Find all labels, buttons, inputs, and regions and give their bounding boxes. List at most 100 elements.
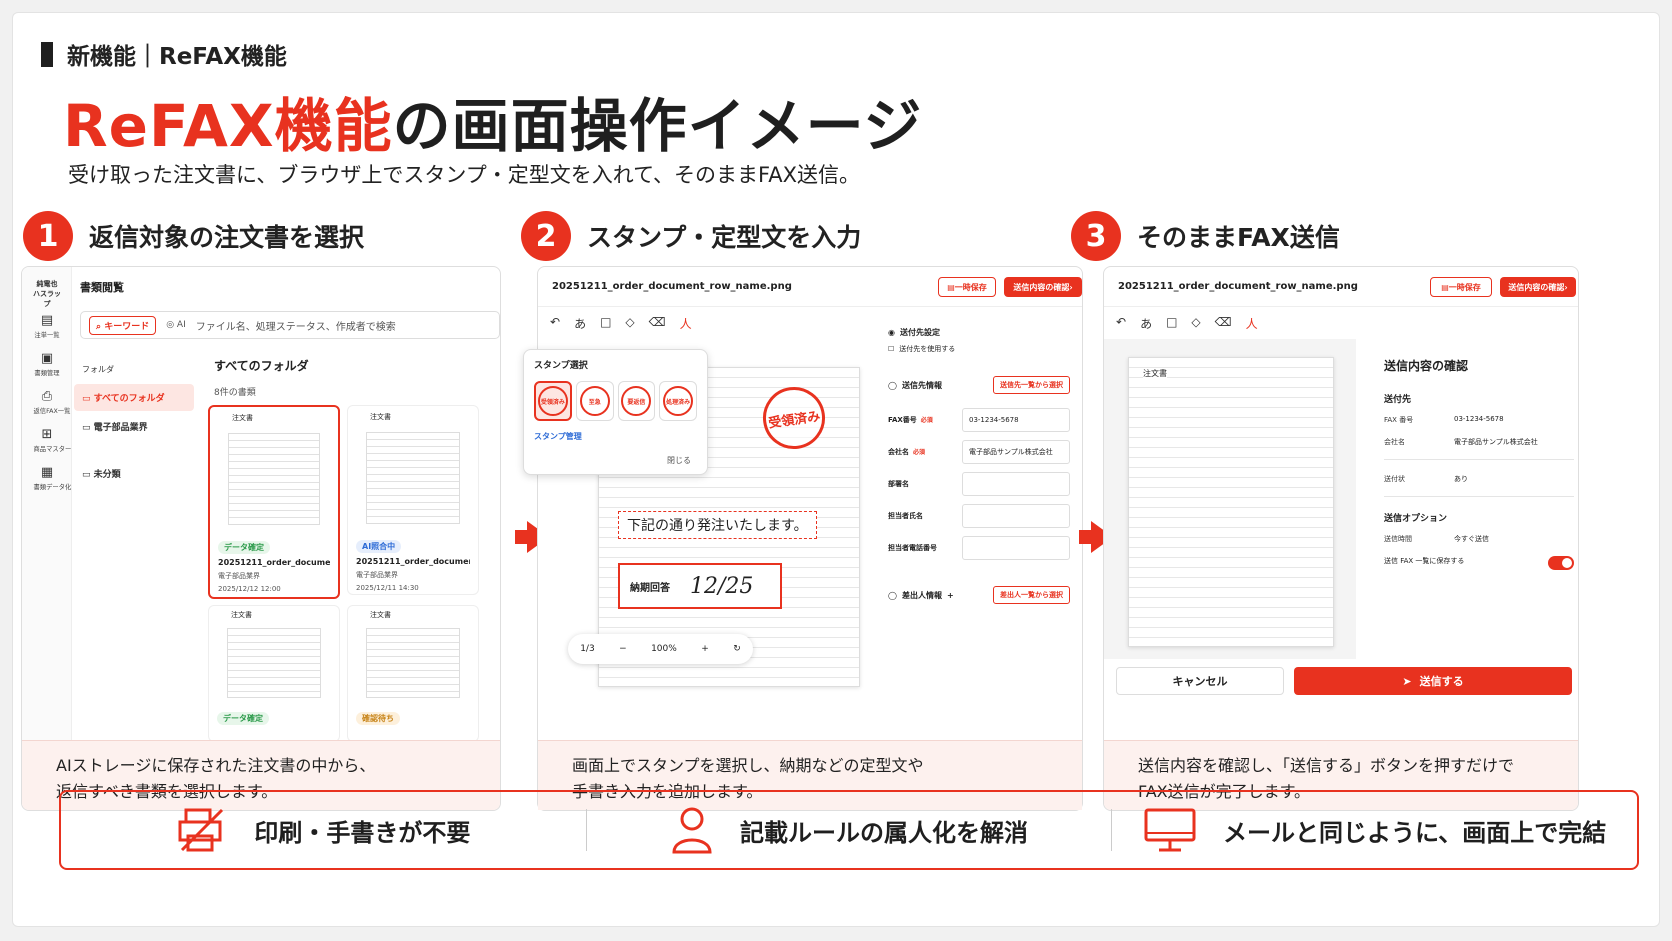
benefits-bar: 印刷・手書きが不要 記載ルールの属人化を解消 メールと同じように、画面上で完結 bbox=[59, 790, 1639, 870]
tagline: 新機能｜ReFAX機能 bbox=[41, 37, 287, 71]
shape-icon[interactable]: ◇ bbox=[625, 315, 634, 332]
destination-form: ◉ 送付先設定 ☐ 送付先を使用する ◯ 送信先情報 送信先一覧から選択 FAX番号 必須… bbox=[888, 327, 1070, 612]
confirmation-details: 送信内容の確認 送付先 FAX 番号 03-1234-5678 会社名 電子部品サン… bbox=[1384, 357, 1574, 578]
chevron-right-icon: › bbox=[1069, 282, 1073, 292]
folder-list: フォルダ ▭ すべてのフォルダ ▭ 電子部品業界 ▭ 未分類 bbox=[74, 357, 194, 489]
folder-item[interactable]: ▭ すべてのフォルダ bbox=[74, 384, 194, 411]
person-icon: ◯ bbox=[888, 590, 897, 600]
close-button[interactable]: 閉じる bbox=[667, 455, 691, 466]
stamp-option[interactable]: 要返信 bbox=[617, 381, 656, 421]
step-number: 3 bbox=[1071, 211, 1121, 261]
panel-stamp-editor: 20251211_order_document_row_name.png ▤ 一… bbox=[523, 266, 1083, 811]
shape-icon[interactable]: ◇ bbox=[1191, 315, 1200, 332]
confirm-title: 送信内容の確認 bbox=[1384, 359, 1469, 373]
search-chip-keyword[interactable]: ⌕ キーワード bbox=[89, 315, 157, 335]
person-input[interactable] bbox=[962, 504, 1070, 528]
title-accent: ReFAX機能 bbox=[63, 92, 393, 160]
save-toggle[interactable] bbox=[1548, 556, 1574, 570]
title-rest: の画面操作イメージ bbox=[392, 92, 923, 160]
stamp-option[interactable]: 受領済み bbox=[534, 381, 572, 421]
document-card[interactable]: 注文書 確認待ち bbox=[347, 605, 479, 742]
sidebar-item-documents[interactable]: ▣ 書類管理 bbox=[32, 351, 62, 378]
document-card-selected[interactable]: 注文書 データ確定 20251211_order_document_row...… bbox=[208, 405, 340, 599]
edit-tools: ↶ あ □ ◇ ⌫ 人 bbox=[550, 315, 692, 332]
stamp-tool-icon[interactable]: 人 bbox=[680, 315, 692, 332]
search-input[interactable]: ファイル名、処理ステータス、作成者で検索 bbox=[196, 318, 396, 333]
undo-icon[interactable]: ↶ bbox=[550, 315, 560, 332]
step-1-header: 1 返信対象の注文書を選択 bbox=[23, 211, 364, 261]
rectangle-icon[interactable]: □ bbox=[600, 315, 611, 332]
stamp-option[interactable]: 至急 bbox=[575, 381, 614, 421]
step-title: 返信対象の注文書を選択 bbox=[89, 223, 365, 252]
panel-send-confirm: 20251211_order_document_row_name.png ▤ 一… bbox=[1103, 266, 1579, 811]
search-chip-ai[interactable]: ◎ AI bbox=[166, 320, 186, 330]
zoom-in-icon[interactable]: + bbox=[701, 644, 709, 654]
document-card[interactable]: 注文書 データ確定 bbox=[208, 605, 340, 742]
sidebar-item-products[interactable]: ⊞ 商品マスター bbox=[32, 427, 72, 454]
confirm-button[interactable]: 送信内容の確認 › bbox=[1004, 277, 1082, 297]
document-date: 2025/12/11 14:30 bbox=[356, 584, 419, 592]
send-button[interactable]: ➤ 送信する bbox=[1294, 667, 1572, 695]
text-icon[interactable]: あ bbox=[1140, 315, 1152, 332]
search-bar[interactable]: ⌕ キーワード ◎ AI ファイル名、処理ステータス、作成者で検索 bbox=[80, 311, 500, 339]
status-badge: AI照合中 bbox=[356, 540, 402, 553]
status-badge: データ確定 bbox=[217, 712, 269, 725]
monitor-icon bbox=[1144, 808, 1196, 852]
sidebar-item-orders[interactable]: ▤ 注単一覧 bbox=[32, 313, 62, 340]
page-selector[interactable]: 1/3 bbox=[580, 644, 594, 654]
no-printer-icon bbox=[178, 808, 224, 852]
document-preview bbox=[227, 628, 321, 698]
subtitle: 受け取った注文書に、ブラウザ上でスタンプ・定型文を入れて、そのままFAX送信。 bbox=[68, 163, 860, 187]
sidebar-item-fax[interactable]: ⎙ 返信FAX一覧 bbox=[32, 389, 71, 416]
section-title: 書類閲覧 bbox=[80, 281, 124, 294]
document-date: 2025/12/12 12:00 bbox=[218, 585, 281, 593]
use-destination-checkbox[interactable]: ☐ 送付先を使用する bbox=[888, 344, 1070, 354]
step-number: 2 bbox=[521, 211, 571, 261]
folder-icon: ▣ bbox=[40, 351, 54, 366]
document-count: 8件の書類 bbox=[214, 388, 256, 398]
rectangle-icon[interactable]: □ bbox=[1166, 315, 1177, 332]
cancel-button[interactable]: キャンセル bbox=[1116, 667, 1284, 695]
document-preview: 注文書 bbox=[1128, 357, 1334, 647]
phone-input[interactable] bbox=[962, 536, 1070, 560]
select-issuer-button[interactable]: 差出人一覧から選択 bbox=[993, 586, 1070, 604]
eraser-icon[interactable]: ⌫ bbox=[1215, 315, 1232, 332]
fax-input[interactable]: 03-1234-5678 bbox=[962, 408, 1070, 432]
document-name: 20251211_order_document_row... bbox=[218, 558, 330, 567]
stamp-tool-icon[interactable]: 人 bbox=[1246, 315, 1258, 332]
preview-area: 注文書 bbox=[1104, 339, 1356, 659]
confirm-button[interactable]: 送信内容の確認 › bbox=[1500, 277, 1576, 297]
page: 新機能｜ReFAX機能 ReFAX機能の画面操作イメージ 受け取った注文書に、ブ… bbox=[0, 0, 1672, 941]
stamp-manage-link[interactable]: スタンプ管理 bbox=[534, 431, 697, 442]
temp-save-button[interactable]: ▤ 一時保存 bbox=[938, 277, 996, 297]
edit-tools: ↶ あ □ ◇ ⌫ 人 bbox=[1116, 315, 1258, 332]
eraser-icon[interactable]: ⌫ bbox=[649, 315, 666, 332]
folder-item[interactable]: ▭ 未分類 bbox=[74, 460, 194, 487]
temp-save-button[interactable]: ▤ 一時保存 bbox=[1430, 277, 1492, 297]
plus-icon[interactable]: + bbox=[947, 591, 954, 600]
step-3-header: 3 そのままFAX送信 bbox=[1071, 211, 1340, 261]
due-date-annotation[interactable]: 納期回答 12/25 bbox=[618, 563, 782, 609]
fax-value: 03-1234-5678 bbox=[1454, 415, 1504, 423]
department-input[interactable] bbox=[962, 472, 1070, 496]
sidebar-item-digitize[interactable]: ▦ 書類データ化 bbox=[32, 465, 72, 492]
undo-icon[interactable]: ↶ bbox=[1116, 315, 1126, 332]
rotate-icon[interactable]: ↻ bbox=[733, 644, 741, 654]
zoom-out-icon[interactable]: − bbox=[619, 644, 627, 654]
document-company: 電子部品業界 bbox=[218, 572, 260, 580]
list-icon: ▤ bbox=[40, 313, 54, 328]
department-row: 部署名 bbox=[888, 472, 1070, 496]
zoom-controls: 1/3 − 100% + ↻ bbox=[568, 634, 753, 664]
select-destination-button[interactable]: 送信先一覧から選択 bbox=[993, 376, 1070, 394]
stamp-option[interactable]: 処理済み bbox=[659, 381, 697, 421]
page-title: ReFAX機能の画面操作イメージ bbox=[63, 79, 922, 163]
document-preview bbox=[228, 433, 320, 525]
document-card[interactable]: 注文書 AI照合中 20251211_order_document_row...… bbox=[347, 405, 479, 595]
document-company: 電子部品業界 bbox=[356, 571, 398, 579]
phone-row: 担当者電話番号 bbox=[888, 536, 1070, 560]
text-icon[interactable]: あ bbox=[574, 315, 586, 332]
company-input[interactable]: 電子部品サンプル株式会社 bbox=[962, 440, 1070, 464]
phrase-annotation[interactable]: 下記の通り発注いたします。 bbox=[618, 511, 817, 539]
form-section: ◉ 送付先設定 bbox=[888, 328, 940, 337]
folder-item[interactable]: ▭ 電子部品業界 bbox=[74, 413, 194, 440]
